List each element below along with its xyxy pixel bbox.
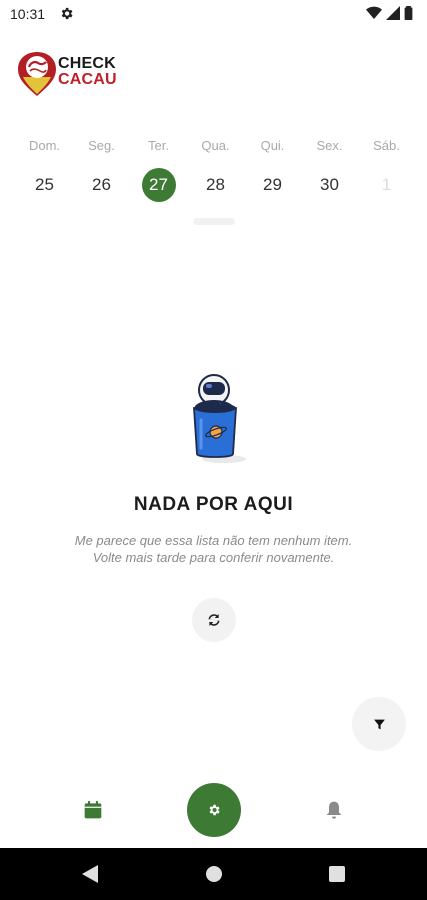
day-name: Sex. xyxy=(316,138,343,153)
settings-button[interactable] xyxy=(187,783,241,837)
empty-state-description-line2: Volte mais tarde para conferir novamente… xyxy=(92,550,335,565)
calendar-icon[interactable] xyxy=(83,800,103,820)
empty-state-description: Me parece que essa lista não tem nenhum … xyxy=(0,532,427,566)
filter-button[interactable] xyxy=(352,697,406,751)
day-number-muted[interactable]: 1 xyxy=(370,168,404,202)
day-number[interactable]: 25 xyxy=(28,168,62,202)
home-icon[interactable] xyxy=(206,866,222,882)
bell-icon[interactable] xyxy=(324,800,344,820)
day-number[interactable]: 26 xyxy=(85,168,119,202)
day-thursday[interactable]: Qui. 29 xyxy=(244,138,301,202)
day-tuesday[interactable]: Ter. 27 xyxy=(130,138,187,202)
day-name: Sáb. xyxy=(373,138,400,153)
refresh-button[interactable] xyxy=(192,598,236,642)
recent-apps-icon[interactable] xyxy=(329,866,345,882)
day-number[interactable]: 30 xyxy=(313,168,347,202)
back-icon[interactable] xyxy=(82,865,98,883)
day-number-selected[interactable]: 27 xyxy=(141,168,176,202)
week-strip: Dom. 25 Seg. 26 Ter. 27 Qua. 28 Qui. 29 … xyxy=(0,138,427,202)
empty-state-title: NADA POR AQUI xyxy=(133,494,294,515)
day-name: Ter. xyxy=(148,138,169,153)
drag-handle[interactable] xyxy=(193,218,235,225)
refresh-icon xyxy=(208,614,220,626)
day-sunday[interactable]: Dom. 25 xyxy=(16,138,73,202)
day-name: Qui. xyxy=(260,138,285,153)
filter-icon xyxy=(373,719,385,729)
status-bar: 10:31 xyxy=(0,0,427,28)
status-time: 10:31 xyxy=(10,6,46,22)
day-name: Seg. xyxy=(88,138,115,153)
wifi-icon xyxy=(366,6,382,19)
astronaut-bucket-illustration xyxy=(193,374,246,463)
gear-icon xyxy=(209,804,220,816)
logo-line-check: CHECK xyxy=(58,55,116,72)
day-name: Dom. xyxy=(28,138,61,153)
day-friday[interactable]: Sex. 30 xyxy=(301,138,358,202)
empty-state-description-line1: Me parece que essa lista não tem nenhum … xyxy=(74,533,353,548)
settings-status-icon xyxy=(61,7,73,20)
day-number[interactable]: 29 xyxy=(256,168,290,202)
logo-wordmark: CHECK CACAU xyxy=(58,56,117,88)
day-monday[interactable]: Seg. 26 xyxy=(73,138,130,202)
day-wednesday[interactable]: Qua. 28 xyxy=(187,138,244,202)
status-icons xyxy=(366,6,413,20)
signal-icon xyxy=(386,6,400,20)
day-saturday[interactable]: Sáb. 1 xyxy=(358,138,415,202)
day-number[interactable]: 28 xyxy=(199,168,233,202)
battery-icon xyxy=(404,6,413,20)
logo-line-cacau: CACAU xyxy=(58,71,117,88)
system-navigation-bar xyxy=(0,848,427,900)
bottom-navigation xyxy=(0,780,427,848)
day-name: Qua. xyxy=(201,138,230,153)
